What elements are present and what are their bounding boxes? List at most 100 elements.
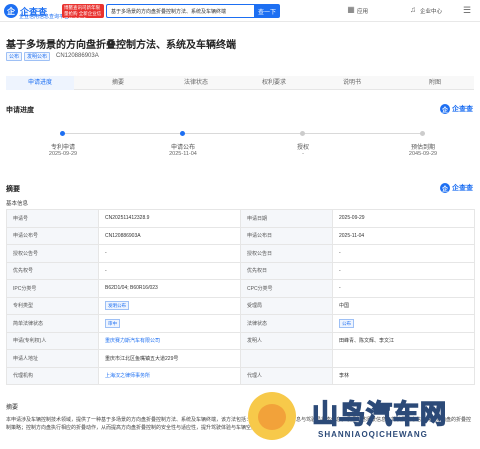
timeline-dot bbox=[180, 131, 185, 136]
field-value-text[interactable]: 重庆赛力斯汽车有限公司 bbox=[105, 338, 160, 344]
field-value-text: B62D1/04; B60R16/023 bbox=[105, 285, 158, 292]
field-label: 发明人 bbox=[240, 331, 333, 350]
menu-icon[interactable]: ☰ bbox=[462, 5, 472, 15]
promo-banner[interactable]: 博鳌查讯司新年限量抢购 全新企业信用等级查询 bbox=[62, 4, 104, 18]
timeline-step-label: 预估到期 bbox=[410, 145, 435, 151]
nav-apps[interactable]: 应用 bbox=[357, 7, 368, 15]
field-value-text: CN120886903A bbox=[105, 232, 141, 239]
field-label: 专利类型 bbox=[6, 296, 99, 315]
search-input[interactable]: 基于多场景的方向盘折叠控制方法、系统及车辆终端 bbox=[106, 4, 254, 18]
logo-mark: 企 bbox=[4, 4, 18, 18]
field-label-text: 法律状态 bbox=[247, 320, 268, 327]
table-row: 申请(专利权)人 重庆赛力斯汽车有限公司 发明人 田峰青、陈文辉、李文江 bbox=[6, 331, 475, 350]
field-label-text: 优先权号 bbox=[13, 268, 34, 275]
field-value-text: CN202511412328.9 bbox=[105, 215, 150, 222]
field-label-text: IPC分类号 bbox=[13, 285, 37, 292]
timeline-step-date: 2045-09-29 bbox=[408, 151, 438, 157]
tab-description[interactable]: 说明书 bbox=[318, 76, 386, 90]
tab-abstract[interactable]: 摘要 bbox=[84, 76, 152, 90]
tab-drawings[interactable]: 附图 bbox=[396, 76, 474, 90]
watermark-logo-inner bbox=[258, 404, 286, 430]
field-label: 代理机构 bbox=[6, 366, 99, 385]
tab-claims[interactable]: 权利要求 bbox=[240, 76, 308, 90]
field-label: 申请公布日 bbox=[240, 226, 333, 245]
field-label: 申请公布号 bbox=[6, 226, 99, 245]
field-label: 申请日期 bbox=[240, 209, 333, 228]
field-label bbox=[240, 349, 333, 368]
table-row: 申请公布号 CN120886903A 申请公布日 2025-11-04 bbox=[6, 226, 475, 245]
field-value-text: - bbox=[105, 267, 107, 274]
field-value: 李林 bbox=[332, 366, 475, 385]
field-label-text: 申请号 bbox=[13, 215, 29, 222]
timeline-line bbox=[62, 133, 425, 134]
table-row: 申请人地址 重庆市江北区鱼嘴镇五大道229号 bbox=[6, 349, 475, 368]
field-label-text: 申请人地址 bbox=[13, 355, 39, 362]
field-label-text: 申请公布号 bbox=[13, 233, 39, 240]
progress-brand: 企 企查查 bbox=[440, 104, 473, 114]
bell-icon[interactable]: ♫ bbox=[408, 5, 418, 15]
field-label-text: 授权公告日 bbox=[247, 250, 273, 257]
field-label: 优先权号 bbox=[6, 261, 99, 280]
field-value-text: - bbox=[339, 285, 341, 292]
field-label: 优先权日 bbox=[240, 261, 333, 280]
watermark-title: 山鸟汽车网 bbox=[311, 399, 448, 431]
field-value: - bbox=[98, 244, 241, 263]
top-bar: 企 企查查 企业信用信息查询平台 博鳌查讯司新年限量抢购 全新企业信用等级查询 … bbox=[0, 0, 480, 22]
field-label: 授权公告日 bbox=[240, 244, 333, 263]
tab-progress[interactable]: 申请进度 bbox=[6, 76, 74, 90]
field-value[interactable]: 上海汉之律师事务所 bbox=[98, 366, 241, 385]
status-tag: 公布 bbox=[6, 52, 23, 61]
search-button[interactable]: 查一下 bbox=[254, 4, 280, 18]
table-row: IPC分类号 B62D1/04; B60R16/023 CPC分类号 - bbox=[6, 279, 475, 298]
table-row: 简单法律状态 审中 法律状态 公布 bbox=[6, 314, 475, 333]
field-value: CN202511412328.9 bbox=[98, 209, 241, 228]
field-value-text: - bbox=[339, 267, 341, 274]
table-row: 优先权号 - 优先权日 - bbox=[6, 261, 475, 280]
field-value-text: 公布 bbox=[339, 318, 354, 328]
field-value: 发明公布 bbox=[98, 296, 241, 315]
field-value-text: 2025-09-29 bbox=[339, 215, 365, 222]
brand-text: 企查查 bbox=[452, 105, 473, 113]
field-value-text: 李林 bbox=[339, 373, 350, 380]
field-value: - bbox=[332, 244, 475, 263]
field-value: 中国 bbox=[332, 296, 475, 315]
field-value: CN120886903A bbox=[98, 226, 241, 245]
field-label-text: 受理局 bbox=[247, 303, 263, 310]
field-label-text: 申请(专利权)人 bbox=[13, 338, 47, 345]
field-value-text: - bbox=[105, 250, 107, 257]
field-label-text: 代理机构 bbox=[13, 373, 34, 380]
abstract-heading: 摘要 bbox=[6, 186, 20, 193]
watermark-subtitle: SHANNIAOQICHEWANG bbox=[318, 430, 428, 439]
field-value-text[interactable]: 上海汉之律师事务所 bbox=[105, 373, 150, 379]
field-value: 重庆市江北区鱼嘴镇五大道229号 bbox=[98, 349, 241, 368]
field-label: 法律状态 bbox=[240, 314, 333, 333]
timeline-step-date: - bbox=[302, 151, 304, 157]
field-value: B62D1/04; B60R16/023 bbox=[98, 279, 241, 298]
field-value[interactable]: 重庆赛力斯汽车有限公司 bbox=[98, 331, 241, 350]
progress-heading: 申请进度 bbox=[6, 107, 34, 114]
timeline-dot bbox=[300, 131, 305, 136]
field-value-text: 发明公布 bbox=[105, 301, 129, 311]
timeline-step-label: 授权 bbox=[296, 145, 309, 151]
grid-icon[interactable]: ▦ bbox=[346, 5, 356, 15]
field-value-text: 中国 bbox=[339, 303, 350, 310]
field-value-text: 田峰青、陈文辉、李文江 bbox=[339, 338, 395, 345]
field-label-text: CPC分类号 bbox=[247, 285, 273, 292]
field-label: IPC分类号 bbox=[6, 279, 99, 298]
basic-info-label: 基本信息 bbox=[6, 201, 29, 207]
field-label: 申请(专利权)人 bbox=[6, 331, 99, 350]
field-value: 田峰青、陈文辉、李文江 bbox=[332, 331, 475, 350]
field-value: 公布 bbox=[332, 314, 475, 333]
field-value: - bbox=[332, 261, 475, 280]
tab-legal-status[interactable]: 法律状态 bbox=[162, 76, 230, 90]
field-value: - bbox=[332, 279, 475, 298]
abstract-brand: 企 企查查 bbox=[440, 183, 473, 193]
brand-mark: 企 bbox=[440, 104, 450, 114]
field-label: 申请人地址 bbox=[6, 349, 99, 368]
field-label-text: 申请公布日 bbox=[247, 233, 273, 240]
timeline-step-label: 申请公布 bbox=[170, 145, 195, 151]
field-value-text: 审中 bbox=[105, 318, 120, 328]
nav-enterprise-center[interactable]: 企业中心 bbox=[420, 7, 442, 15]
field-value: 2025-11-04 bbox=[332, 226, 475, 245]
timeline-dot bbox=[420, 131, 425, 136]
